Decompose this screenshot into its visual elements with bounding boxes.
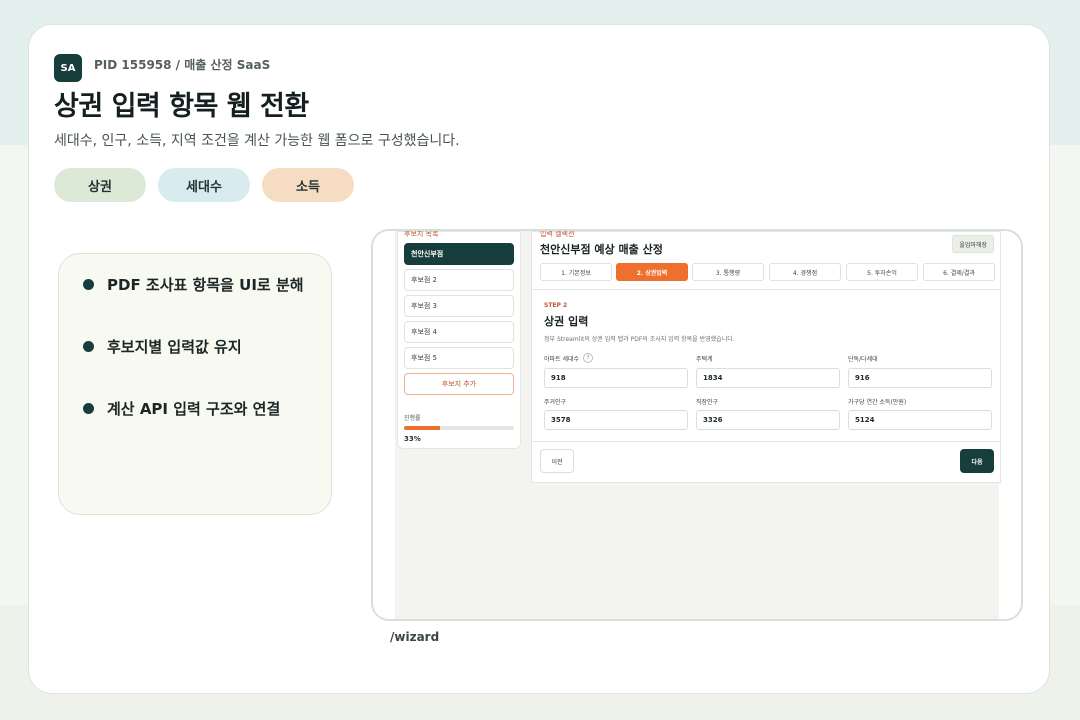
field-label-household-income: 가구당 연간 소득(만원) <box>848 399 907 406</box>
field-label-resident-population: 주거인구 <box>544 399 567 406</box>
field-label-housing-total: 주택계 <box>696 356 713 363</box>
step-tag: STEP 2 <box>544 302 568 309</box>
wizard-panel: 입력 셀렉션 천안신부점 예상 매출 산정 올업마해장 1. 기본정보 2. 상… <box>531 231 1001 483</box>
housing-total-input[interactable]: 1834 <box>696 368 840 388</box>
sidebar-item-candidate-3[interactable]: 후보점 3 <box>404 295 514 317</box>
section-title: 상권 입력 <box>544 315 589 328</box>
divider <box>532 289 1000 290</box>
feature-item: 계산 API 입력 구조와 연결 <box>83 398 280 419</box>
progress-bar <box>404 426 514 430</box>
field-label-detached-multi: 단독/다세대 <box>848 356 878 363</box>
feature-text: PDF 조사표 항목을 UI로 분해 <box>107 276 304 294</box>
step-tabs: 1. 기본정보 2. 상권입력 3. 통행량 4. 경쟁점 5. 투자손익 6.… <box>540 263 996 281</box>
project-id: PID 155958 / 매출 산정 SaaS <box>94 58 271 72</box>
sidebar-item-candidate-1[interactable]: 천안신부점 <box>404 243 514 265</box>
panel-action-button[interactable]: 올업마해장 <box>952 235 994 253</box>
section-description: 정부 Streamlit의 상권 입력 탭과 PDF의 조사지 입력 항목을 반… <box>544 336 735 343</box>
progress-bar-fill <box>404 426 441 430</box>
tab-step-4[interactable]: 4. 경쟁점 <box>769 263 841 281</box>
feature-list: PDF 조사표 항목을 UI로 분해 후보지별 입력값 유지 계산 API 입력… <box>58 253 332 515</box>
field-label-apartment-households: 아파트 세대수 ? <box>544 353 594 363</box>
tag-chip-trade-area: 상권 <box>54 168 146 202</box>
page-subtitle: 세대수, 인구, 소득, 지역 조건을 계산 가능한 웹 폼으로 구성했습니다. <box>54 133 460 149</box>
screenshot-margin-right <box>999 231 1021 619</box>
sidebar-item-candidate-4[interactable]: 후보점 4 <box>404 321 514 343</box>
field-label-text: 아파트 세대수 <box>544 355 580 363</box>
next-button[interactable]: 다음 <box>960 449 994 473</box>
tab-step-6[interactable]: 6. 결제/결과 <box>923 263 995 281</box>
tab-step-2[interactable]: 2. 상권입력 <box>616 263 688 281</box>
screenshot-margin-left <box>373 231 395 619</box>
route-caption: /wizard <box>390 630 440 644</box>
feature-text: 후보지별 입력값 유지 <box>107 338 242 356</box>
logo-badge: SA <box>54 54 82 82</box>
panel-top-label: 입력 셀렉션 <box>540 230 575 238</box>
resident-population-input[interactable]: 3578 <box>544 410 688 430</box>
candidate-sidebar: 후보지 목록 천안신부점 후보점 2 후보점 3 후보점 4 후보점 5 후보지… <box>397 231 521 449</box>
add-candidate-button[interactable]: 후보지 추가 <box>404 373 514 395</box>
tag-chip-income: 소득 <box>262 168 354 202</box>
sidebar-item-candidate-2[interactable]: 후보점 2 <box>404 269 514 291</box>
sidebar-heading: 후보지 목록 <box>404 230 439 238</box>
app-screenshot-frame: 후보지 목록 천안신부점 후보점 2 후보점 3 후보점 4 후보점 5 후보지… <box>371 229 1023 621</box>
bullet-dot-icon <box>83 403 94 414</box>
page-title: 상권 입력 항목 웹 전환 <box>54 91 309 122</box>
household-income-input[interactable]: 5124 <box>848 410 992 430</box>
feature-item: PDF 조사표 항목을 UI로 분해 <box>83 274 304 295</box>
sidebar-item-candidate-5[interactable]: 후보점 5 <box>404 347 514 369</box>
progress-value: 33% <box>404 435 421 443</box>
bullet-dot-icon <box>83 279 94 290</box>
previous-button[interactable]: 이전 <box>540 449 574 473</box>
divider <box>532 441 1000 442</box>
worker-population-input[interactable]: 3326 <box>696 410 840 430</box>
detached-multi-input[interactable]: 916 <box>848 368 992 388</box>
feature-text: 계산 API 입력 구조와 연결 <box>107 400 281 418</box>
help-icon[interactable]: ? <box>583 353 594 363</box>
field-label-worker-population: 직장인구 <box>696 399 719 406</box>
tab-step-3[interactable]: 3. 통행량 <box>692 263 764 281</box>
apartment-households-input[interactable]: 918 <box>544 368 688 388</box>
tab-step-1[interactable]: 1. 기본정보 <box>540 263 612 281</box>
progress-label: 진행률 <box>404 415 421 422</box>
tag-chip-households: 세대수 <box>158 168 250 202</box>
panel-title: 천안신부점 예상 매출 산정 <box>540 243 663 256</box>
bullet-dot-icon <box>83 341 94 352</box>
feature-item: 후보지별 입력값 유지 <box>83 336 242 357</box>
tab-step-5[interactable]: 5. 투자손익 <box>846 263 918 281</box>
